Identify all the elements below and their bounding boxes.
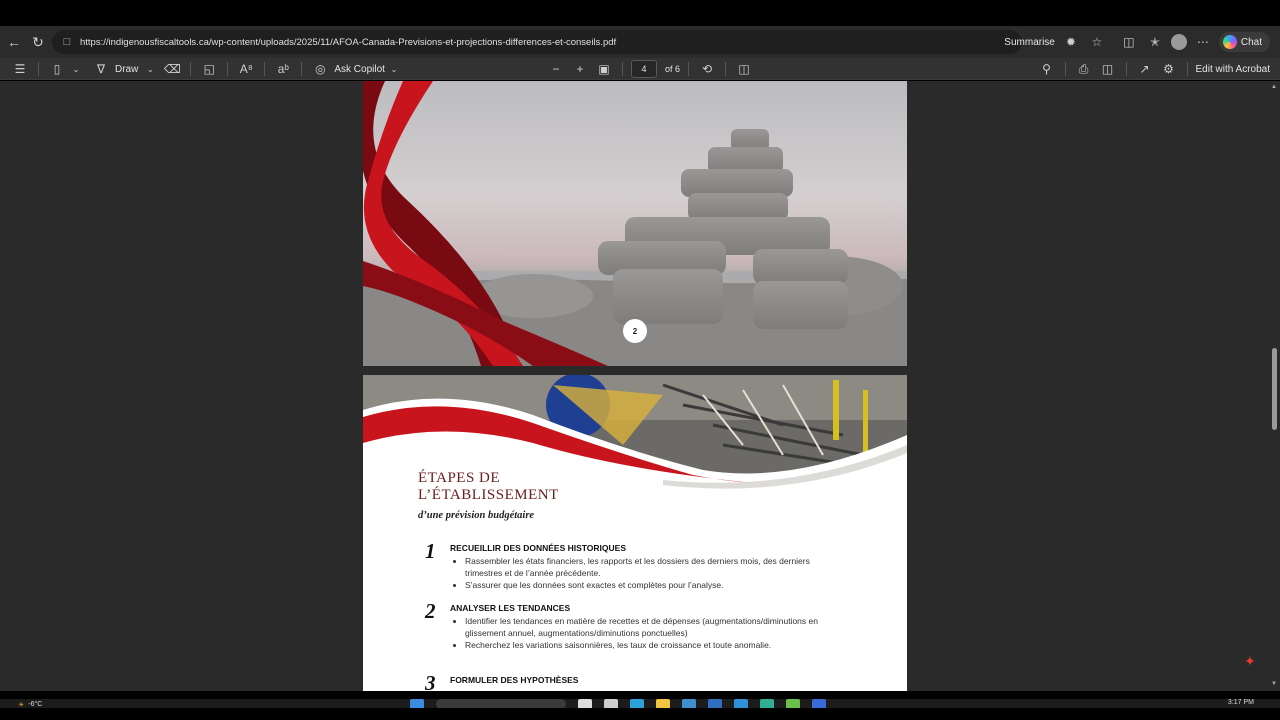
scroll-up-arrow-icon[interactable]: ▲: [1271, 84, 1277, 90]
pdf-toolbar-center: − + ▣ 4 of 6 ⟲ ◫: [546, 58, 754, 80]
zoom-in-icon[interactable]: +: [570, 59, 590, 79]
page-view-icon[interactable]: ◫: [734, 59, 754, 79]
pdf-viewer[interactable]: 2 ÉTAPES DE L’ÉTABLISSEMENT d’une prévis…: [0, 81, 1280, 691]
favorite-star-icon[interactable]: ☆: [1087, 32, 1107, 52]
screen-top-border: [0, 0, 1280, 26]
page-total: of 6: [665, 64, 681, 74]
title-line-2: L’ÉTABLISSEMENT: [418, 487, 559, 503]
search-icon[interactable]: ⚲: [1037, 59, 1057, 79]
contents-list-icon[interactable]: ☰: [10, 59, 30, 79]
divider: [688, 62, 690, 76]
fullscreen-icon[interactable]: ↗: [1135, 59, 1155, 79]
step-heading: FORMULER DES HYPOTHÈSES: [450, 675, 579, 685]
summarise-icon[interactable]: ✹: [1061, 32, 1081, 52]
draw-button[interactable]: Draw: [115, 64, 138, 75]
divider: [264, 62, 266, 76]
chevron-down-icon[interactable]: ⌄: [389, 59, 399, 79]
pdf-toolbar-right: ⚲ ⎙ ◫ ↗ ⚙ Edit with Acrobat: [1037, 58, 1270, 80]
text-box-icon[interactable]: ◱: [199, 59, 219, 79]
bullet: S’assurer que les données sont exactes e…: [465, 579, 825, 591]
chevron-down-icon[interactable]: ⌄: [142, 59, 158, 79]
divider: [190, 62, 192, 76]
address-actions: Summarise ✹ ☆ ◫ ✭ ⋯ Chat: [1004, 26, 1280, 58]
print-icon[interactable]: ⎙: [1074, 59, 1094, 79]
settings-gear-icon[interactable]: ⚙: [1159, 59, 1179, 79]
title-line-1: ÉTAPES DE: [418, 470, 501, 486]
bullet: Rassembler les états financiers, les rap…: [465, 555, 825, 579]
scrollbar-thumb[interactable]: [1272, 348, 1277, 430]
more-options-icon[interactable]: ⋯: [1193, 32, 1213, 52]
divider: [622, 62, 623, 76]
pdf-toolbar-left: ☰ ▯ ⌄ ∇ Draw ⌄ ⌫ ◱ A⁸ aᵇ ◎ Ask Copilot ⌄: [10, 58, 399, 80]
divider: [1064, 62, 1066, 76]
chevron-down-icon[interactable]: ⌄: [71, 59, 81, 79]
fit-page-icon[interactable]: ▣: [594, 59, 614, 79]
pdf-toolbar: ☰ ▯ ⌄ ∇ Draw ⌄ ⌫ ◱ A⁸ aᵇ ◎ Ask Copilot ⌄…: [0, 58, 1280, 80]
profile-avatar[interactable]: [1170, 34, 1187, 50]
rotate-icon[interactable]: ⟲: [697, 59, 717, 79]
pdf-page-cover: 2: [363, 81, 907, 366]
copilot-icon: [1222, 35, 1237, 49]
divider: [38, 62, 39, 76]
step-number: 2: [425, 599, 436, 623]
zoom-out-icon[interactable]: −: [546, 59, 566, 79]
scroll-down-arrow-icon[interactable]: ▼: [1271, 681, 1277, 687]
back-icon[interactable]: ←: [2, 30, 26, 54]
copilot-chat-button[interactable]: Chat: [1218, 32, 1270, 52]
refresh-icon[interactable]: ↻: [26, 30, 50, 54]
summarise-button[interactable]: Summarise: [1004, 37, 1055, 48]
screen-bottom-border: [0, 708, 1280, 720]
pdf-page-steps: ÉTAPES DE L’ÉTABLISSEMENT d’une prévisio…: [363, 375, 907, 691]
page-number-input[interactable]: 4: [631, 60, 657, 78]
divider: [1125, 62, 1127, 76]
bullet: Identifier les tendances en matière de r…: [465, 615, 825, 639]
save-icon[interactable]: ◫: [1098, 59, 1118, 79]
chat-label: Chat: [1240, 36, 1262, 48]
step-bullets: Identifier les tendances en matière de r…: [465, 615, 825, 651]
browser-address-row: ← ↻ □ https://indigenousfiscaltools.ca/w…: [0, 26, 1280, 58]
edit-with-acrobat-button[interactable]: Edit with Acrobat: [1196, 64, 1270, 75]
divider: [227, 62, 229, 76]
favorites-icon[interactable]: ✭: [1145, 32, 1165, 52]
draw-icon[interactable]: ∇: [91, 59, 111, 79]
address-bar[interactable]: □ https://indigenousfiscaltools.ca/wp-co…: [52, 30, 1022, 54]
read-aloud-icon[interactable]: A⁸: [236, 59, 256, 79]
step-number: 1: [425, 539, 436, 563]
site-info-icon[interactable]: □: [60, 35, 74, 49]
acrobat-icon[interactable]: ✦: [1242, 653, 1258, 669]
step-number: 3: [425, 671, 436, 691]
document-subtitle: d’une prévision budgétaire: [418, 510, 535, 521]
divider: [725, 62, 727, 76]
step-bullets: Rassembler les états financiers, les rap…: [465, 555, 825, 591]
taskbar-clock[interactable]: 3:17 PM: [1228, 699, 1254, 706]
highlight-icon[interactable]: ▯: [47, 59, 67, 79]
document-title: ÉTAPES DE L’ÉTABLISSEMENT: [418, 470, 559, 504]
bullet: Recherchez les variations saisonnières, …: [465, 639, 825, 651]
weather-temp: -6°C: [28, 701, 43, 708]
ask-copilot-button[interactable]: Ask Copilot: [334, 64, 385, 75]
translate-icon[interactable]: aᵇ: [273, 59, 293, 79]
url-text: https://indigenousfiscaltools.ca/wp-cont…: [80, 36, 617, 48]
divider: [1186, 62, 1188, 76]
eraser-icon[interactable]: ⌫: [162, 59, 182, 79]
page-number-badge: 2: [623, 319, 647, 343]
step-heading: ANALYSER LES TENDANCES: [450, 603, 571, 613]
extensions-icon[interactable]: ◫: [1119, 32, 1139, 52]
divider: [301, 62, 303, 76]
ask-copilot-icon[interactable]: ◎: [310, 59, 330, 79]
step-heading: RECUEILLIR DES DONNÉES HISTORIQUES: [450, 543, 627, 553]
